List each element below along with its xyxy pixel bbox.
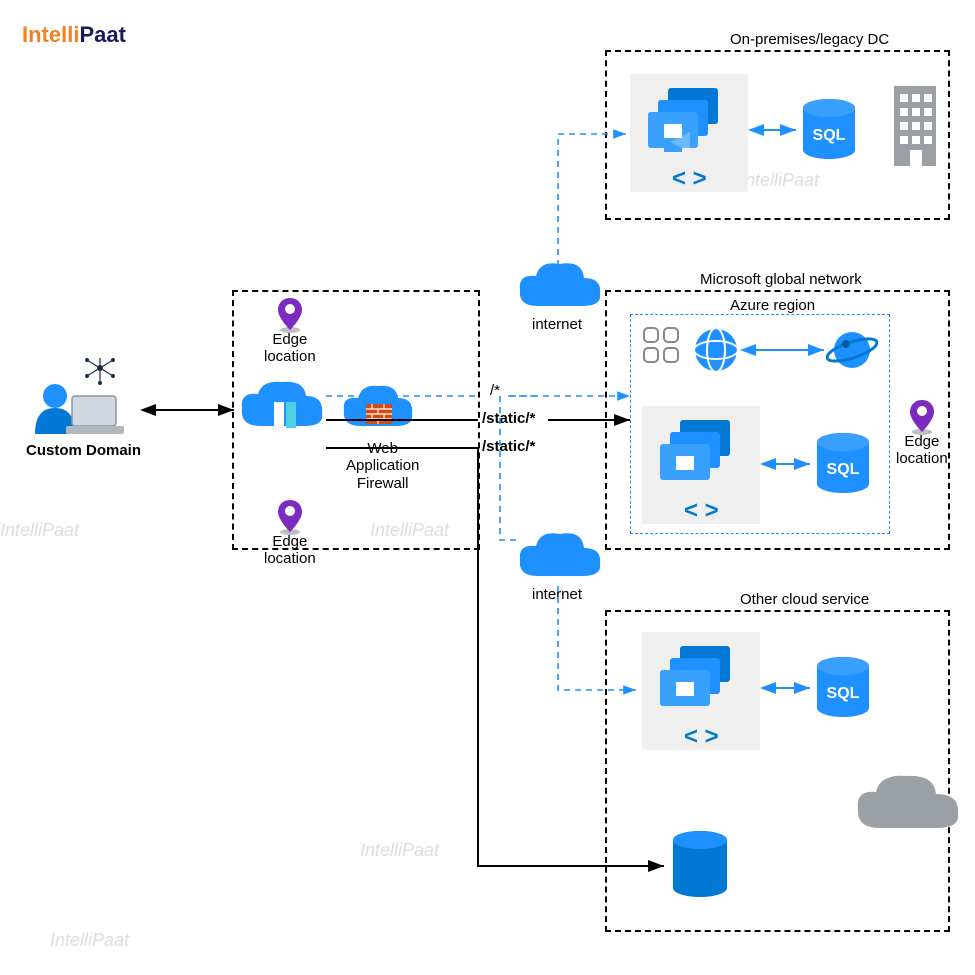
waf-label: WebApplicationFirewall (346, 440, 419, 492)
waf-icon (340, 382, 416, 441)
internet-label-bottom: internet (532, 586, 582, 603)
onprem-vm-group: < > (630, 74, 750, 199)
logo-part1: Intelli (22, 22, 79, 47)
watermark: IntelliPaat (50, 930, 129, 951)
internet-label-top: internet (532, 316, 582, 333)
path-static-label-2: /static/* (482, 438, 535, 455)
svg-text:SQL: SQL (827, 685, 860, 702)
diagram-canvas: IntelliPaat IntelliPaat IntelliPaat Inte… (0, 0, 975, 975)
path-all-label: /* (490, 382, 500, 399)
globe-icon (690, 324, 742, 381)
edge-label-top: Edgelocation (264, 332, 316, 365)
watermark: IntelliPaat (0, 520, 79, 541)
logo-part2: Paat (79, 22, 125, 47)
svg-text:< >: < > (684, 723, 719, 750)
edge-label-bottom: Edgelocation (264, 534, 316, 567)
azure-apps-icon (642, 326, 680, 369)
svg-text:SQL: SQL (827, 461, 860, 478)
other-db-icon (670, 830, 730, 907)
onprem-sql-icon: SQL (800, 98, 858, 169)
other-vm-group: < > (642, 632, 762, 757)
internet-cloud-top (516, 260, 602, 321)
svg-text:< >: < > (684, 497, 719, 524)
planet-icon (826, 324, 878, 381)
custom-domain-label: Custom Domain (26, 442, 141, 459)
building-icon (890, 86, 940, 171)
ms-global-label: Microsoft global network (700, 271, 862, 288)
edge-label-right: Edgelocation (896, 434, 948, 467)
internet-cloud-bottom (516, 530, 602, 591)
other-sql-icon: SQL (814, 656, 872, 727)
onprem-label: On-premises/legacy DC (730, 31, 889, 48)
brand-logo: IntelliPaat (22, 22, 126, 48)
azure-sql-icon: SQL (814, 432, 872, 503)
grey-cloud-icon (852, 770, 962, 847)
azure-vm-group: < > (642, 406, 762, 531)
user-icon (30, 358, 140, 443)
other-cloud-label: Other cloud service (740, 591, 869, 608)
svg-text:SQL: SQL (813, 127, 846, 144)
watermark: IntelliPaat (360, 840, 439, 861)
azure-region-label: Azure region (730, 297, 815, 314)
svg-text:< >: < > (672, 165, 707, 192)
frontdoor-icon (238, 378, 326, 443)
path-static-label-1: /static/* (482, 410, 535, 427)
